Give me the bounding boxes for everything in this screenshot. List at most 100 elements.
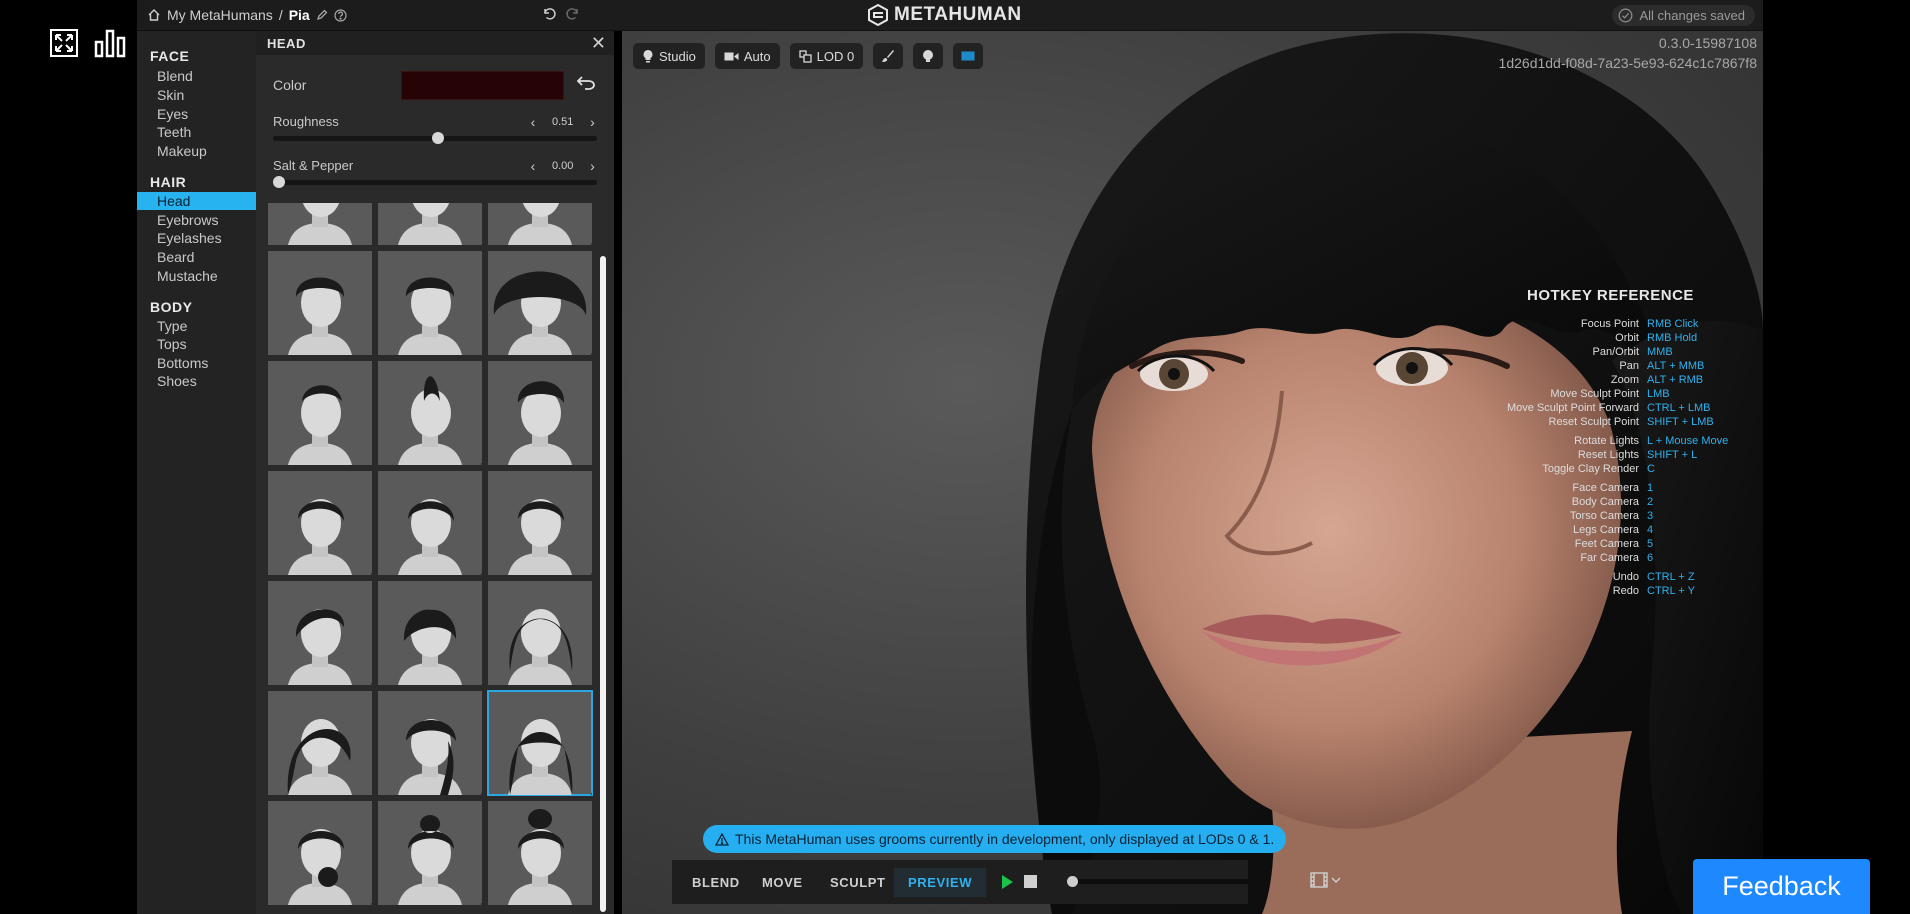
undo-icon[interactable] — [541, 6, 557, 22]
bust-thumbnail — [288, 829, 352, 905]
hairstyle-tile-cropped[interactable] — [378, 203, 482, 245]
salt-pepper-slider[interactable] — [273, 176, 597, 188]
hotkey-key: L + Mouse Move — [1647, 435, 1729, 447]
mode-tab-blend[interactable]: BLEND — [678, 868, 754, 897]
bust-thumbnail — [287, 719, 352, 795]
hotkey-key: 4 — [1647, 524, 1654, 536]
hotkey-action: Undo — [1612, 571, 1639, 583]
salt-pepper-value[interactable]: 0.00 — [552, 160, 573, 172]
salt-pepper-decrease-icon[interactable]: ‹ — [526, 159, 540, 173]
timeline-thumb[interactable] — [1067, 876, 1078, 887]
breadcrumb-root[interactable]: My MetaHumans — [167, 7, 273, 23]
breadcrumb-separator: / — [278, 7, 283, 23]
hotkey-action: Focus Point — [1580, 318, 1639, 330]
roughness-decrease-icon[interactable]: ‹ — [526, 115, 540, 129]
help-icon[interactable] — [334, 8, 347, 22]
hairstyle-tile-top-bun[interactable] — [378, 801, 482, 905]
viewport-tool-clay-head[interactable] — [913, 43, 944, 69]
roughness-value[interactable]: 0.51 — [552, 116, 573, 128]
top-bar: My MetaHumans / Pia METAHUMAN All change… — [137, 0, 1763, 31]
roughness-slider-thumb[interactable] — [432, 132, 445, 144]
hotkey-key: CTRL + Z — [1647, 571, 1695, 583]
nav-item-shoes[interactable]: Shoes — [137, 372, 256, 390]
hairstyle-tile-side-swept[interactable] — [268, 581, 372, 685]
viewport-tool-camera[interactable]: Auto — [714, 43, 780, 69]
mode-tab-move[interactable]: MOVE — [748, 868, 817, 897]
viewport-tool-brush[interactable] — [873, 43, 904, 69]
nav-item-skin[interactable]: Skin — [137, 86, 256, 104]
nav-item-mustache[interactable]: Mustache — [137, 267, 256, 285]
hairstyle-tile-high-bun[interactable] — [488, 801, 592, 905]
viewport-tool-screen[interactable] — [953, 43, 984, 69]
roughness-stepper: ‹ 0.51 › — [526, 115, 599, 129]
color-swatch[interactable] — [401, 71, 564, 100]
roughness-increase-icon[interactable]: › — [585, 115, 599, 129]
edit-name-icon[interactable] — [316, 9, 328, 21]
viewport-tool-lod[interactable]: LOD 0 — [789, 43, 864, 69]
hairstyle-tile-afro[interactable] — [488, 251, 592, 355]
panel-header: HEAD ✕ — [256, 31, 614, 55]
close-icon[interactable]: ✕ — [591, 33, 606, 54]
hotkey-key: CTRL + Y — [1647, 585, 1695, 597]
nav-item-eyebrows[interactable]: Eyebrows — [137, 211, 256, 229]
hairstyle-tile-low-bun[interactable] — [268, 801, 372, 905]
mode-tab-sculpt[interactable]: SCULPT — [816, 868, 900, 897]
viewport-tool-label: LOD 0 — [816, 48, 855, 64]
bust-thumbnail — [398, 277, 462, 355]
redo-icon[interactable] — [565, 6, 581, 22]
viewport[interactable]: Studio Auto LOD 0 0.3.0-15987108 1d26d1dd-… — [622, 31, 1763, 914]
nav-item-head[interactable]: Head — [137, 192, 256, 210]
home-icon[interactable] — [147, 8, 161, 22]
hairstyle-tile-short[interactable] — [268, 471, 372, 575]
animation-selector[interactable] — [1310, 871, 1341, 889]
play-icon[interactable] — [1000, 874, 1014, 890]
hairstyle-tile-pompadour[interactable] — [488, 361, 592, 465]
outer-toolbar — [47, 28, 133, 64]
hairstyle-tile-curly-short[interactable] — [378, 251, 482, 355]
nav-item-bottoms[interactable]: Bottoms — [137, 354, 256, 372]
nav-item-eyes[interactable]: Eyes — [137, 105, 256, 123]
salt-pepper-increase-icon[interactable]: › — [585, 159, 599, 173]
nav-section-hair: HAIR — [150, 174, 187, 190]
hairstyle-tile-long-side[interactable] — [268, 691, 372, 795]
grid-scrollbar[interactable] — [600, 256, 606, 912]
mode-tab-preview[interactable]: PREVIEW — [894, 868, 987, 897]
hotkey-action: Feet Camera — [1574, 538, 1639, 550]
stats-icon[interactable] — [94, 28, 128, 62]
nav-section-body: BODY — [150, 299, 193, 315]
hairstyle-tile-short[interactable] — [488, 471, 592, 575]
hairstyle-tile-bob[interactable] — [488, 581, 592, 685]
nav-item-teeth[interactable]: Teeth — [137, 123, 256, 141]
nav-item-eyelashes[interactable]: Eyelashes — [137, 229, 256, 247]
hairstyle-tile-long-bangs[interactable] — [487, 690, 593, 796]
hotkey-action: Legs Camera — [1572, 524, 1639, 536]
hairstyle-tile-cropped[interactable] — [488, 203, 592, 245]
nav-item-beard[interactable]: Beard — [137, 248, 256, 266]
warning-icon — [715, 832, 729, 846]
hairstyle-tile-curly-short[interactable] — [268, 251, 372, 355]
timeline-slider[interactable] — [1070, 879, 1250, 884]
film-icon — [1310, 872, 1328, 888]
nav-item-tops[interactable]: Tops — [137, 335, 256, 353]
nav-item-type[interactable]: Type — [137, 317, 256, 335]
stop-icon[interactable] — [1024, 875, 1037, 888]
fullscreen-icon[interactable] — [49, 28, 83, 62]
roughness-slider[interactable] — [273, 132, 597, 144]
reset-color-icon[interactable] — [576, 75, 596, 91]
viewport-tool-lightbulb[interactable]: Studio — [633, 43, 705, 69]
salt-pepper-slider-thumb[interactable] — [273, 176, 285, 188]
hotkey-key: 6 — [1647, 552, 1654, 564]
hairstyle-tile-short[interactable] — [378, 471, 482, 575]
nav-item-makeup[interactable]: Makeup — [137, 142, 256, 160]
hotkey-action: Redo — [1612, 585, 1639, 597]
metahuman-logo: METAHUMAN — [868, 4, 1022, 26]
hairstyle-tile-messy-fringe[interactable] — [378, 581, 482, 685]
hairstyle-tile-undercut[interactable] — [268, 361, 372, 465]
nav-item-blend[interactable]: Blend — [137, 67, 256, 85]
hairstyle-tile-mohawk[interactable] — [378, 361, 482, 465]
hairstyle-tile-cropped[interactable] — [268, 203, 372, 245]
feedback-button[interactable]: Feedback — [1693, 859, 1870, 914]
hairstyle-tile-braided[interactable] — [378, 691, 482, 795]
hotkey-action: Torso Camera — [1569, 510, 1639, 522]
hotkey-key: SHIFT + L — [1647, 449, 1698, 461]
